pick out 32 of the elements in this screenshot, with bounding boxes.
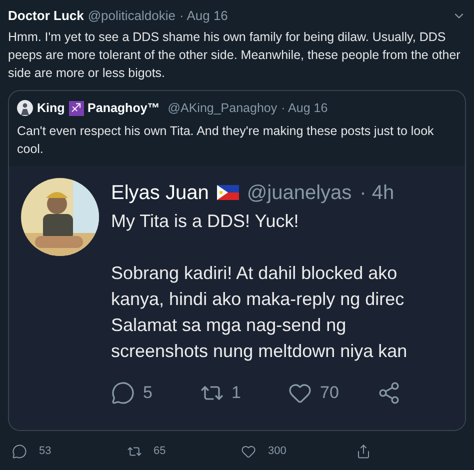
action-count: 300 xyxy=(268,444,286,459)
screenshot-handle: @juanelyas xyxy=(246,180,352,206)
action-count: 65 xyxy=(154,444,166,459)
author-name[interactable]: Doctor Luck xyxy=(8,6,84,26)
heart-icon[interactable] xyxy=(241,444,256,458)
screenshot-time: · 4h xyxy=(360,180,394,206)
author-handle[interactable]: @politicaldokie xyxy=(88,6,176,26)
screenshot-text-line: Salamat sa mga nag-send ng xyxy=(111,314,348,337)
zodiac-symbol: ♐ xyxy=(68,100,84,116)
screenshot-text-line: screenshots nung meltdown niya kan xyxy=(111,340,408,363)
quote-author-name-end: Panaghoy™ xyxy=(88,100,160,117)
reply-icon[interactable] xyxy=(12,444,27,458)
action-count: 53 xyxy=(39,444,52,459)
quote-time: · Aug 16 xyxy=(281,100,328,117)
share-icon[interactable] xyxy=(356,444,370,458)
flag-icon xyxy=(216,185,239,200)
quote-text: Can't even respect his own Tita. And they're making these posts just to look cool. xyxy=(17,122,435,158)
action-count: 5 xyxy=(143,382,152,404)
action-count: 1 xyxy=(232,382,241,404)
screenshot-text-line: Sobrang kadiri! At dahil blocked ako xyxy=(111,262,398,285)
screenshot-text-line: My Tita is a DDS! Yuck! xyxy=(111,210,300,233)
quote-handle: @AKing_Panaghoy xyxy=(168,100,278,117)
share-icon[interactable] xyxy=(376,380,400,404)
screenshot-author-name: Elyas Juan xyxy=(111,180,209,206)
quote-card[interactable] xyxy=(8,90,466,431)
reply-icon[interactable] xyxy=(111,380,135,404)
action-count: 70 xyxy=(320,382,339,404)
avatar-icon xyxy=(17,100,33,116)
quote-author-name: King xyxy=(37,100,65,117)
tweet-text: Hmm. I'm yet to see a DDS shame his own family for being dilaw. Usually, DDS peeps are more tolerant of the other side. Meanwhile, these people from the other side are more or less bigots. xyxy=(8,29,462,82)
tweet-time[interactable]: · Aug 16 xyxy=(179,6,228,26)
screenshot-text-line: kanya, hindi ako maka-reply ng direc xyxy=(111,288,406,311)
